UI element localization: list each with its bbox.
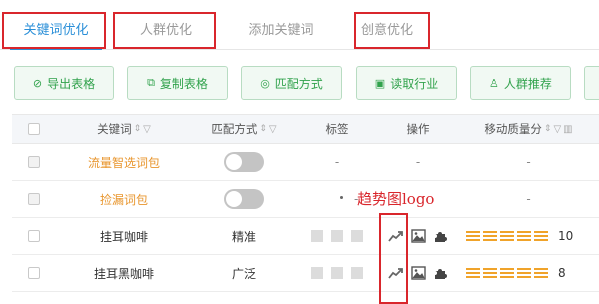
match-type-button[interactable]: ◎ 匹配方式 (241, 66, 342, 100)
puzzle-icon[interactable] (431, 264, 449, 282)
sort-icon[interactable]: ⇕ (544, 124, 552, 134)
tab-bar: 关键词优化 人群优化 添加关键词 创意优化 (0, 0, 599, 50)
trend-chart-icon[interactable] (387, 264, 405, 282)
row-checkbox-cell (12, 181, 56, 217)
tag-square[interactable] (311, 267, 323, 279)
keyword-cell[interactable]: 流量智选词包 (56, 144, 192, 180)
tag-square[interactable] (351, 230, 363, 242)
table-row: 捡漏词包 - - (12, 181, 599, 218)
row-checkbox[interactable] (28, 267, 40, 279)
sort-icon[interactable]: ⇕ (134, 124, 142, 134)
tab-label: 关键词优化 (23, 23, 89, 38)
copy-table-button[interactable]: ⧉ 复制表格 (127, 66, 228, 100)
filter-icon[interactable]: ▽ (143, 124, 151, 135)
header-checkbox-cell[interactable] (12, 115, 56, 143)
header-keyword[interactable]: 关键词 ⇕ ▽ (56, 115, 192, 143)
match-toggle[interactable] (224, 189, 264, 209)
image-icon[interactable] (409, 227, 427, 245)
export-table-button[interactable]: ⊘ 导出表格 (14, 66, 114, 100)
tag-cell (296, 255, 378, 291)
table-header: 关键词 ⇕ ▽ 匹配方式 ⇕ ▽ 标签 操作 移动质量分 ⇕ ▽ ▥ (12, 114, 599, 144)
header-label: 关键词 (97, 122, 132, 136)
audience-recommend-button[interactable]: ♙ 人群推荐 (470, 66, 571, 100)
sort-icon[interactable]: ⇕ (259, 124, 267, 134)
action-cell (378, 255, 458, 291)
button-label: 人群推荐 (503, 76, 552, 91)
quality-rating (466, 231, 548, 241)
header-label: 操作 (406, 122, 430, 136)
more-button[interactable] (584, 66, 599, 100)
keyword-cell[interactable]: 挂耳咖啡 (56, 218, 192, 254)
export-icon: ⊘ (32, 76, 43, 90)
tag-square[interactable] (331, 267, 343, 279)
quality-rating (466, 268, 548, 278)
match-icon: ◎ (260, 76, 270, 90)
puzzle-icon[interactable] (431, 227, 449, 245)
annotation-dot (340, 196, 343, 199)
keyword-cell[interactable]: 挂耳黑咖啡 (56, 255, 192, 291)
button-label: 读取行业 (390, 76, 439, 91)
quality-cell: - (526, 192, 531, 206)
row-checkbox-cell (12, 144, 56, 180)
keyword-cell[interactable]: 捡漏词包 (56, 181, 192, 217)
tag-square[interactable] (351, 267, 363, 279)
table-row: 挂耳黑咖啡 广泛 8 (12, 255, 599, 292)
match-cell[interactable]: 广泛 (192, 255, 296, 291)
header-tag: 标签 (296, 115, 378, 143)
filter-icon[interactable]: ▽ (553, 124, 561, 135)
row-checkbox-cell (12, 218, 56, 254)
read-industry-button[interactable]: ▣ 读取行业 (356, 66, 457, 100)
quality-cell: 8 (458, 255, 599, 291)
tab-keyword-optimization[interactable]: 关键词优化 (6, 13, 106, 49)
header-match[interactable]: 匹配方式 ⇕ ▽ (192, 115, 296, 143)
tab-audience-optimization[interactable]: 人群优化 (116, 13, 216, 49)
toolbar: ⊘ 导出表格 ⧉ 复制表格 ◎ 匹配方式 ▣ 读取行业 ♙ 人群推荐 (0, 66, 599, 102)
image-icon[interactable] (409, 264, 427, 282)
header-label: 移动质量分 (484, 122, 542, 136)
tag-cell: - (334, 155, 340, 169)
annotation-label: 趋势图logo (357, 190, 435, 208)
select-all-checkbox[interactable] (28, 123, 40, 135)
action-cell (378, 218, 458, 254)
filter-icon[interactable]: ▽ (269, 124, 277, 135)
copy-icon: ⧉ (147, 76, 155, 89)
industry-icon: ▣ (374, 76, 386, 90)
user-icon: ♙ (489, 76, 499, 90)
row-checkbox[interactable] (28, 193, 40, 205)
tab-label: 创意优化 (360, 23, 413, 38)
table-row: 挂耳咖啡 精准 10 (12, 218, 599, 255)
quality-cell: - (526, 155, 531, 169)
row-checkbox[interactable] (28, 156, 40, 168)
table-row: 流量智选词包 - - - (12, 144, 599, 181)
quality-score: 10 (558, 229, 574, 243)
match-cell[interactable]: 精准 (192, 218, 296, 254)
active-tab-indicator (10, 48, 102, 50)
tab-label: 人群优化 (139, 23, 192, 38)
header-label: 匹配方式 (211, 122, 258, 136)
row-checkbox-cell (12, 255, 56, 291)
header-quality[interactable]: 移动质量分 ⇕ ▽ ▥ (458, 115, 599, 143)
chart-icon[interactable]: ▥ (563, 124, 572, 135)
button-label: 匹配方式 (274, 76, 323, 91)
tag-square[interactable] (311, 230, 323, 242)
row-checkbox[interactable] (28, 230, 40, 242)
tab-label: 添加关键词 (248, 23, 314, 38)
tag-cell (296, 218, 378, 254)
tab-creative-optimization[interactable]: 创意优化 (344, 13, 430, 49)
match-cell (192, 181, 296, 217)
match-toggle[interactable] (224, 152, 264, 172)
match-cell (192, 144, 296, 180)
tag-square[interactable] (331, 230, 343, 242)
tab-add-keyword[interactable]: 添加关键词 (226, 13, 336, 49)
trend-chart-icon[interactable] (387, 227, 405, 245)
button-label: 复制表格 (159, 76, 208, 91)
quality-score: 8 (558, 266, 566, 280)
header-label: 标签 (325, 122, 349, 136)
header-action: 操作 (378, 115, 458, 143)
button-label: 导出表格 (47, 76, 96, 91)
action-cell: - (415, 155, 421, 169)
quality-cell: 10 (458, 218, 599, 254)
